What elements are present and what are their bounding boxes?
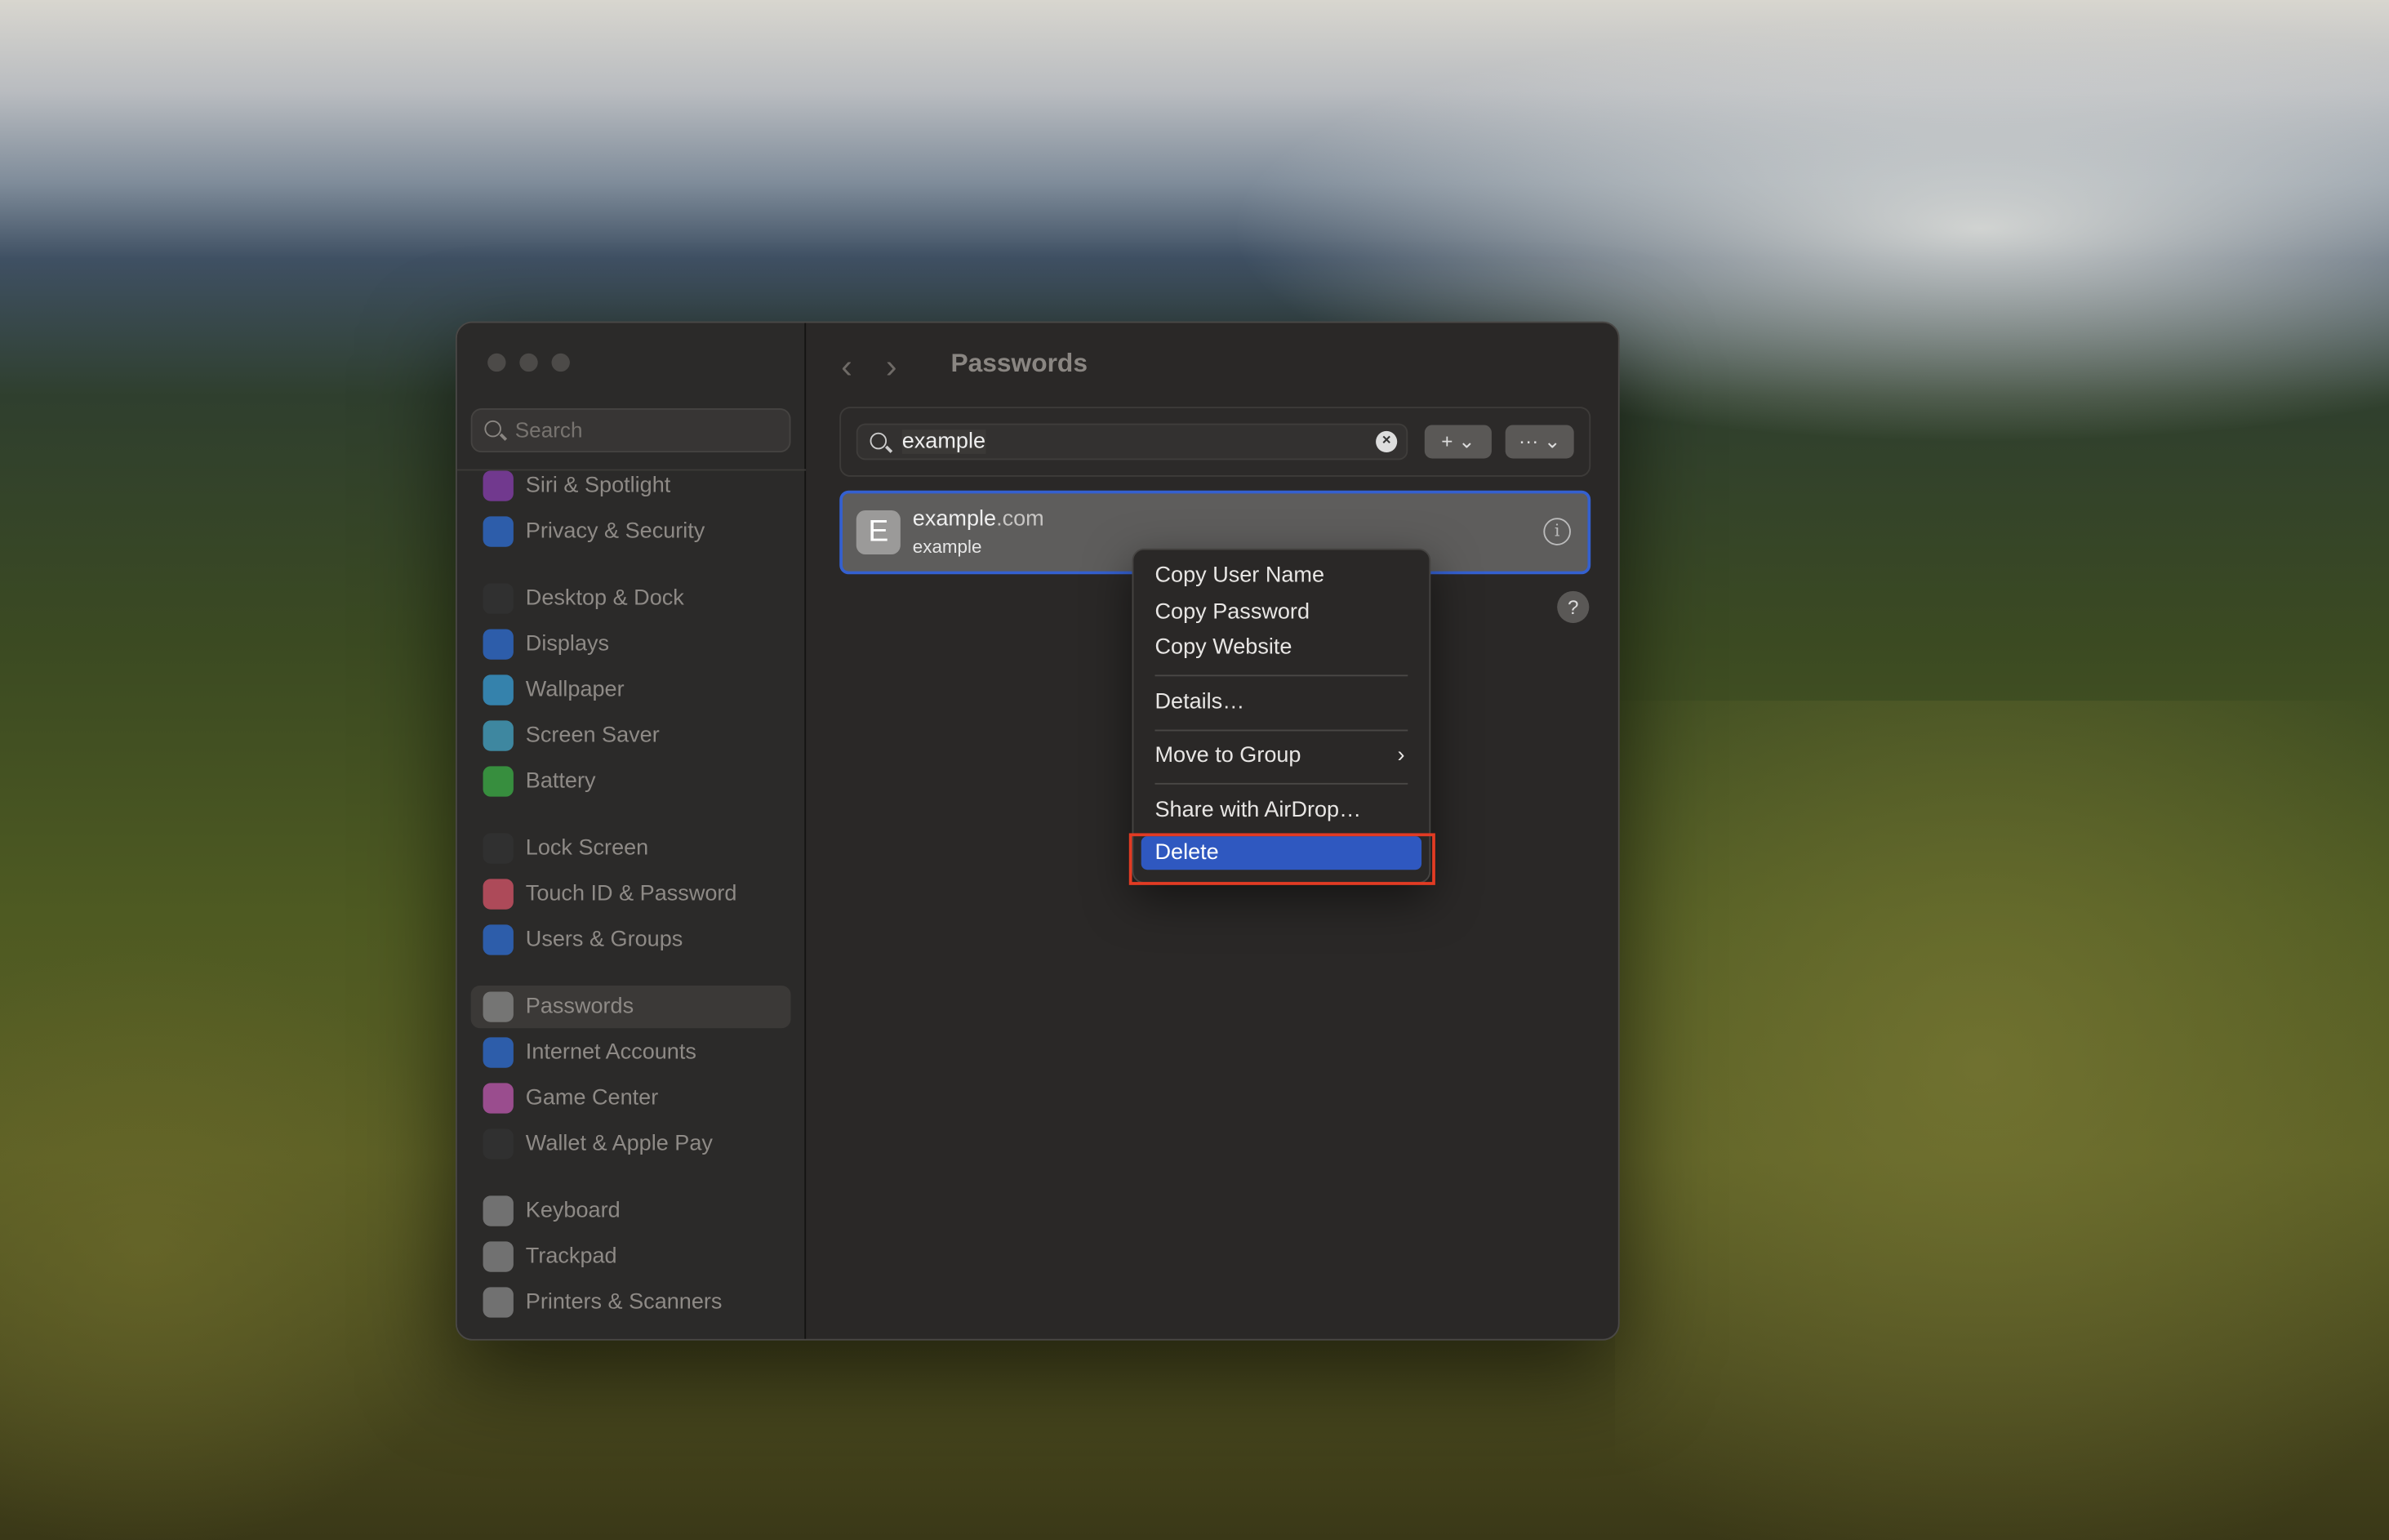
- site-avatar: E: [856, 510, 901, 555]
- minimize-button[interactable]: [519, 353, 538, 372]
- sidebar-item-touch-id-password[interactable]: Touch ID & Password: [471, 873, 791, 915]
- sidebar-item-internet-accounts[interactable]: Internet Accounts: [471, 1031, 791, 1074]
- info-icon[interactable]: i: [1543, 518, 1571, 545]
- sidebar-item-label: Touch ID & Password: [525, 882, 737, 906]
- sidebar-item-displays[interactable]: Displays: [471, 623, 791, 665]
- sidebar-item-game-center[interactable]: Game Center: [471, 1077, 791, 1119]
- menu-separator: [1154, 782, 1408, 785]
- sidebar-item-siri-spotlight[interactable]: Siri & Spotlight: [471, 465, 791, 507]
- sidebar-item-label: Users & Groups: [525, 928, 683, 952]
- sidebar-item-label: Trackpad: [525, 1244, 617, 1269]
- game-center-icon: [483, 1083, 514, 1114]
- sidebar-item-label: Screen Saver: [525, 723, 660, 748]
- flower-icon: [483, 674, 514, 705]
- menu-item-details[interactable]: Details…: [1133, 685, 1429, 721]
- site-domain: example: [912, 507, 997, 532]
- sidebar-item-printers-scanners[interactable]: Printers & Scanners: [471, 1281, 791, 1324]
- menu-item-copy-password[interactable]: Copy Password: [1133, 594, 1429, 630]
- site-tld: .com: [996, 507, 1044, 532]
- printer-icon: [483, 1287, 514, 1318]
- sidebar: Search Siri & Spotlight Privacy & Securit…: [456, 323, 807, 1339]
- screensaver-icon: [483, 720, 514, 751]
- sidebar-item-label: Privacy & Security: [525, 519, 705, 544]
- clear-search-icon[interactable]: ×: [1376, 430, 1398, 453]
- wallpaper-hills: [0, 944, 488, 1540]
- desktop-icon: [483, 583, 514, 614]
- menu-item-move-to-group[interactable]: Move to Group ›: [1133, 739, 1429, 775]
- menu-item-label: Move to Group: [1154, 743, 1301, 768]
- site-name: example.com: [913, 507, 1044, 532]
- menu-item-copy-website[interactable]: Copy Website: [1133, 630, 1429, 666]
- traffic-lights: [487, 353, 570, 372]
- system-settings-window: Search Siri & Spotlight Privacy & Securit…: [455, 321, 1620, 1341]
- sidebar-item-label: Keyboard: [525, 1199, 621, 1223]
- sidebar-item-wallet-apple-pay[interactable]: Wallet & Apple Pay: [471, 1123, 791, 1165]
- key-icon: [483, 991, 514, 1022]
- sidebar-item-label: Game Center: [525, 1086, 659, 1110]
- sun-icon: [483, 629, 514, 660]
- sidebar-item-label: Printers & Scanners: [525, 1290, 723, 1315]
- sidebar-item-desktop-dock[interactable]: Desktop & Dock: [471, 577, 791, 620]
- search-icon: [870, 432, 888, 450]
- sidebar-item-battery[interactable]: Battery: [471, 760, 791, 803]
- close-button[interactable]: [487, 353, 506, 372]
- username: example: [912, 536, 982, 558]
- forward-chevron-icon[interactable]: ›: [886, 347, 897, 385]
- zoom-button[interactable]: [551, 353, 570, 372]
- sidebar-item-privacy-security[interactable]: Privacy & Security: [471, 510, 791, 553]
- fingerprint-icon: [483, 879, 514, 910]
- hand-icon: [483, 516, 514, 547]
- sidebar-item-passwords[interactable]: Passwords: [470, 985, 791, 1029]
- users-icon: [483, 924, 514, 955]
- sidebar-item-label: Siri & Spotlight: [525, 474, 671, 499]
- sidebar-search-input[interactable]: Search: [470, 407, 791, 453]
- sidebar-item-screen-saver[interactable]: Screen Saver: [471, 714, 791, 757]
- page-title: Passwords: [950, 349, 1088, 378]
- back-chevron-icon[interactable]: ‹: [841, 347, 852, 385]
- battery-icon: [483, 766, 514, 797]
- wallpaper-vineyard: [1615, 701, 2389, 1540]
- menu-separator: [1154, 674, 1408, 677]
- passwords-toolbar: example × + ⌄ ··· ⌄: [839, 407, 1591, 477]
- sidebar-item-label: Lock Screen: [525, 836, 649, 861]
- sidebar-item-label: Passwords: [525, 995, 634, 1020]
- sidebar-item-wallpaper[interactable]: Wallpaper: [471, 669, 791, 711]
- navigation: ‹ ›: [841, 347, 930, 387]
- sidebar-item-users-groups[interactable]: Users & Groups: [471, 919, 791, 961]
- more-options-button[interactable]: ··· ⌄: [1505, 425, 1574, 459]
- sidebar-item-label: Wallet & Apple Pay: [525, 1132, 713, 1156]
- help-button[interactable]: ?: [1557, 590, 1590, 623]
- search-icon: [484, 420, 501, 438]
- wallet-icon: [483, 1128, 514, 1159]
- sidebar-item-label: Displays: [525, 632, 610, 657]
- sidebar-item-lock-screen[interactable]: Lock Screen: [471, 827, 791, 870]
- sidebar-item-label: Desktop & Dock: [525, 586, 684, 612]
- lock-icon: [483, 833, 514, 864]
- sidebar-item-keyboard[interactable]: Keyboard: [471, 1190, 791, 1232]
- chevron-right-icon: ›: [1397, 743, 1405, 768]
- sidebar-item-label: Battery: [525, 769, 596, 794]
- sidebar-item-trackpad[interactable]: Trackpad: [471, 1235, 791, 1278]
- keyboard-icon: [483, 1195, 514, 1226]
- sidebar-item-label: Wallpaper: [525, 678, 625, 702]
- sidebar-item-label: Internet Accounts: [525, 1040, 696, 1065]
- trackpad-icon: [483, 1241, 514, 1272]
- menu-item-copy-user-name[interactable]: Copy User Name: [1133, 559, 1429, 595]
- menu-item-share-airdrop[interactable]: Share with AirDrop…: [1133, 793, 1429, 829]
- search-value: example: [901, 430, 986, 454]
- at-icon: [483, 1037, 514, 1068]
- password-search-input[interactable]: example ×: [856, 423, 1408, 461]
- add-button[interactable]: + ⌄: [1424, 425, 1492, 459]
- sidebar-search-placeholder: Search: [514, 417, 583, 442]
- menu-separator: [1154, 728, 1408, 731]
- siri-icon: [483, 470, 514, 501]
- highlight-annotation-box: [1128, 833, 1435, 885]
